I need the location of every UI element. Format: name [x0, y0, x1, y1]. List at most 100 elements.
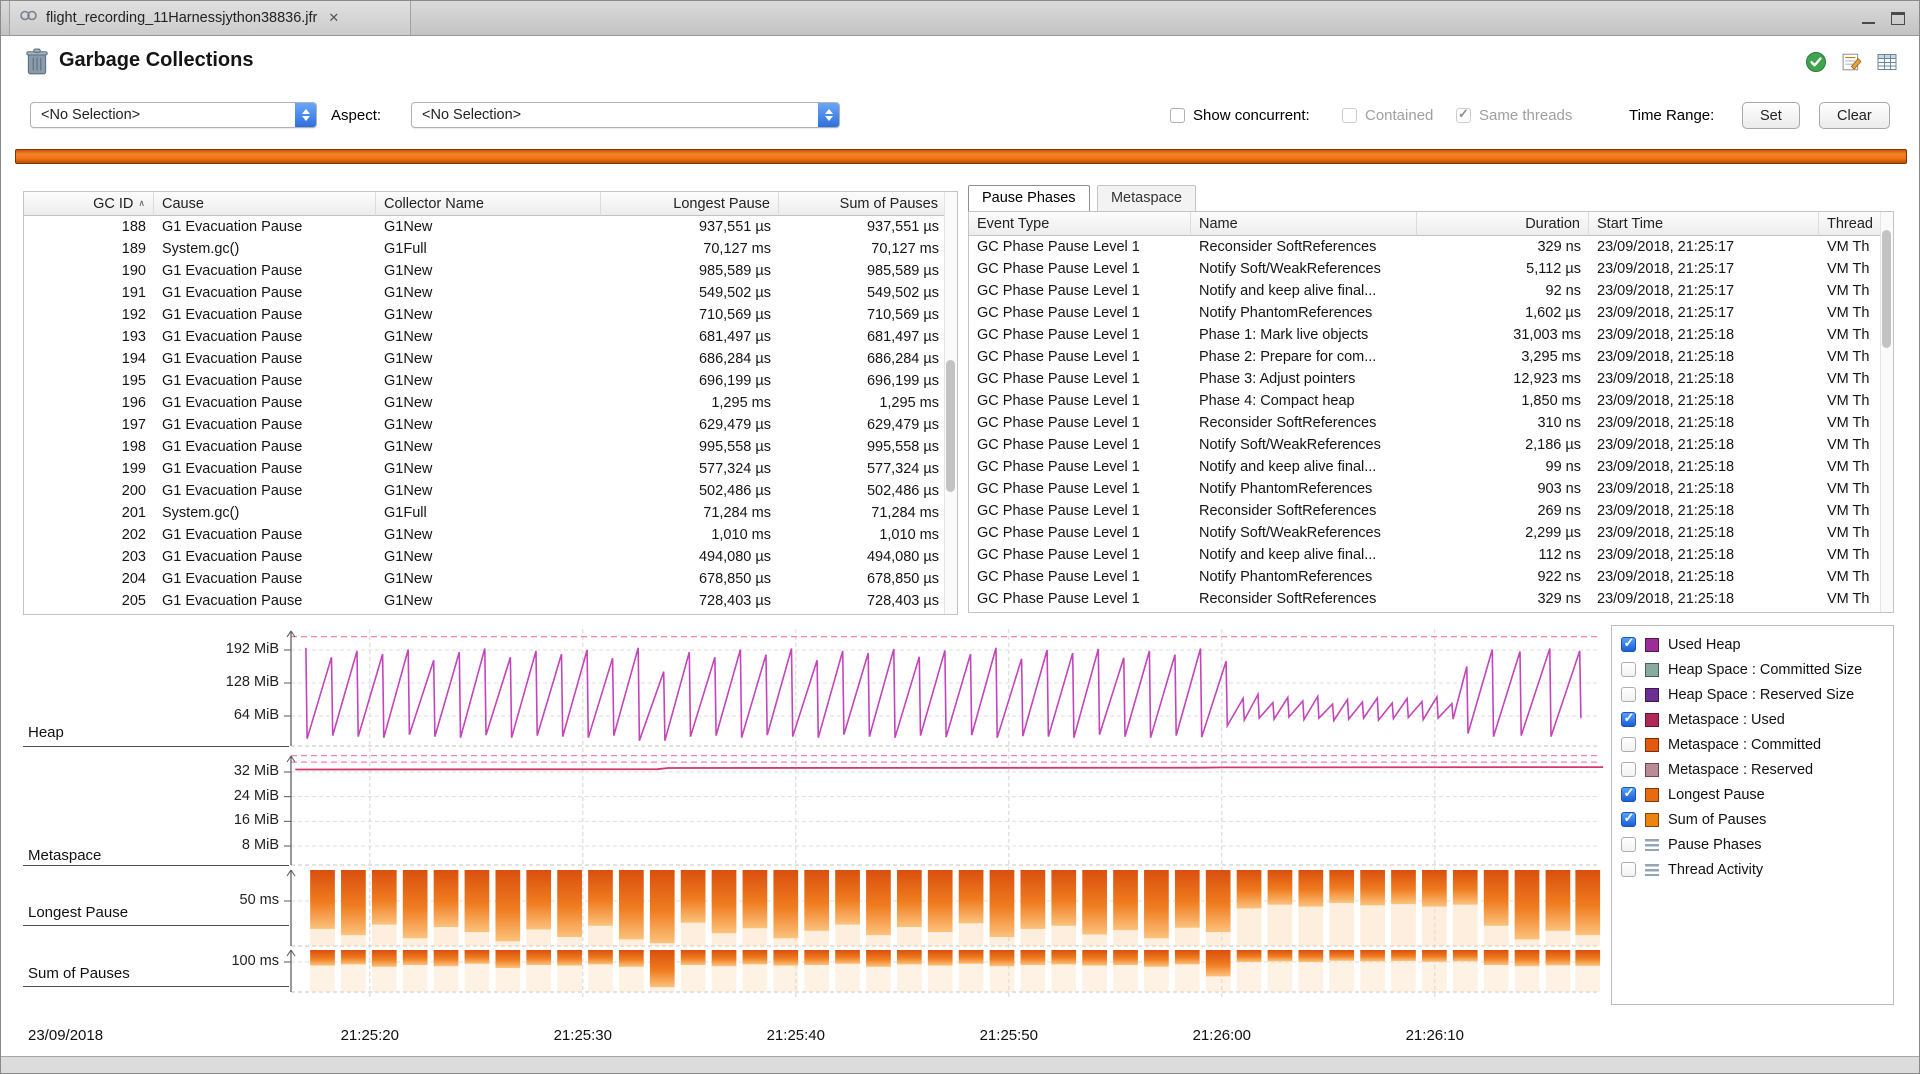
pause-phase-row[interactable]: GC Phase Pause Level 1Phase 2: Prepare f… [969, 346, 1883, 368]
gc-table-row[interactable]: 199G1 Evacuation PauseG1New577,324 µs577… [24, 458, 947, 480]
time-range-navigator[interactable] [15, 149, 1907, 164]
gc-table-row[interactable]: 198G1 Evacuation PauseG1New995,558 µs995… [24, 436, 947, 458]
gc-table-row[interactable]: 192G1 Evacuation PauseG1New710,569 µs710… [24, 304, 947, 326]
gc-table-scrollbar[interactable] [944, 192, 957, 614]
window-bottom-chrome [1, 1056, 1919, 1073]
phases-table-scrollbar[interactable] [1880, 212, 1893, 612]
edit-page-icon[interactable] [1842, 52, 1862, 77]
pause-phase-row[interactable]: GC Phase Pause Level 1Reconsider SoftRef… [969, 588, 1883, 610]
gc-table-row[interactable]: 202G1 Evacuation PauseG1New1,010 ms1,010… [24, 524, 947, 546]
pause-phase-row[interactable]: GC Phase Pause Level 1Notify PhantomRefe… [969, 566, 1883, 588]
pause-phase-row[interactable]: GC Phase Pause Level 1Notify Soft/WeakRe… [969, 522, 1883, 544]
pause-phase-row[interactable]: GC Phase Pause Level 1Notify and keep al… [969, 544, 1883, 566]
column-header-collector-name[interactable]: Collector Name [376, 192, 601, 216]
cell: 686,284 µs [601, 348, 779, 370]
legend-item-metaspace-reserved[interactable]: Metaspace : Reserved [1612, 757, 1893, 782]
legend-checkbox[interactable] [1621, 862, 1636, 877]
maximize-icon[interactable] [1891, 12, 1905, 25]
clear-button[interactable]: Clear [1819, 102, 1890, 129]
pause-phase-row[interactable]: GC Phase Pause Level 1Notify and keep al… [969, 280, 1883, 302]
pause-phase-row[interactable]: GC Phase Pause Level 1Notify Soft/WeakRe… [969, 258, 1883, 280]
gc-table-row[interactable]: 191G1 Evacuation PauseG1New549,502 µs549… [24, 282, 947, 304]
pause-phase-row[interactable]: GC Phase Pause Level 1Notify PhantomRefe… [969, 478, 1883, 500]
cell: 549,502 µs [601, 282, 779, 304]
cell: G1 Evacuation Pause [154, 436, 376, 458]
gc-table-row[interactable]: 200G1 Evacuation PauseG1New502,486 µs502… [24, 480, 947, 502]
longest-pause-bar [1144, 870, 1169, 938]
legend-checkbox[interactable] [1621, 712, 1636, 727]
legend-checkbox[interactable] [1621, 762, 1636, 777]
gc-table-row[interactable]: 201System.gc()G1Full71,284 ms71,284 ms [24, 502, 947, 524]
pause-phase-row[interactable]: GC Phase Pause Level 1Reconsider SoftRef… [969, 412, 1883, 434]
legend-checkbox[interactable] [1621, 662, 1636, 677]
column-header-name[interactable]: Name [1191, 212, 1417, 236]
legend-checkbox[interactable] [1621, 637, 1636, 652]
scrollbar-thumb[interactable] [946, 360, 955, 492]
cell: VM Th [1819, 302, 1883, 324]
gc-table-row[interactable]: 205G1 Evacuation PauseG1New728,403 µs728… [24, 590, 947, 612]
selection-dropdown[interactable]: <No Selection> [30, 102, 317, 128]
gc-table-row[interactable]: 195G1 Evacuation PauseG1New696,199 µs696… [24, 370, 947, 392]
column-header-duration[interactable]: Duration [1417, 212, 1589, 236]
column-header-cause[interactable]: Cause [154, 192, 376, 216]
gc-table-row[interactable]: 188G1 Evacuation PauseG1New937,551 µs937… [24, 216, 947, 238]
column-header-event-type[interactable]: Event Type [969, 212, 1191, 236]
legend-checkbox[interactable] [1621, 687, 1636, 702]
legend-checkbox[interactable] [1621, 737, 1636, 752]
legend-item-heap-space-committed-size[interactable]: Heap Space : Committed Size [1612, 657, 1893, 682]
gc-table-row[interactable]: 204G1 Evacuation PauseG1New678,850 µs678… [24, 568, 947, 590]
pause-phase-row[interactable]: GC Phase Pause Level 1Reconsider SoftRef… [969, 500, 1883, 522]
scrollbar-thumb[interactable] [1882, 230, 1891, 348]
dropdown-stepper-icon[interactable] [295, 103, 316, 127]
dropdown-stepper-icon[interactable] [818, 103, 839, 127]
pause-phase-row[interactable]: GC Phase Pause Level 1Phase 4: Compact h… [969, 390, 1883, 412]
legend-checkbox[interactable] [1621, 787, 1636, 802]
gc-table-row[interactable]: 203G1 Evacuation PauseG1New494,080 µs494… [24, 546, 947, 568]
gc-chart-plot[interactable] [289, 625, 1601, 1015]
set-button[interactable]: Set [1742, 102, 1800, 129]
legend-item-metaspace-used[interactable]: Metaspace : Used [1612, 707, 1893, 732]
column-header-start-time[interactable]: Start Time [1589, 212, 1819, 236]
tab-metaspace[interactable]: Metaspace [1097, 185, 1196, 211]
cell: GC Phase Pause Level 1 [969, 258, 1191, 280]
gc-table-row[interactable]: 190G1 Evacuation PauseG1New985,589 µs985… [24, 260, 947, 282]
column-header-sum-of-pauses[interactable]: Sum of Pauses [779, 192, 947, 216]
recording-tab[interactable]: flight_recording_11Harnessjython38836.jf… [9, 1, 411, 35]
legend-item-longest-pause[interactable]: Longest Pause [1612, 782, 1893, 807]
gc-table-row[interactable]: 197G1 Evacuation PauseG1New629,479 µs629… [24, 414, 947, 436]
pause-phase-row[interactable]: GC Phase Pause Level 1Notify PhantomRefe… [969, 302, 1883, 324]
gc-table-row[interactable]: 194G1 Evacuation PauseG1New686,284 µs686… [24, 348, 947, 370]
gc-table-row[interactable]: 196G1 Evacuation PauseG1New1,295 ms1,295… [24, 392, 947, 414]
header-toolbar [1805, 51, 1897, 78]
legend-item-sum-of-pauses[interactable]: Sum of Pauses [1612, 807, 1893, 832]
longest-pause-bar [588, 870, 613, 926]
cell: 197 [24, 414, 154, 436]
cell: GC Phase Pause Level 1 [969, 588, 1191, 610]
pause-phase-row[interactable]: GC Phase Pause Level 1Phase 3: Adjust po… [969, 368, 1883, 390]
legend-item-pause-phases[interactable]: Pause Phases [1612, 832, 1893, 857]
result-ok-icon[interactable] [1805, 51, 1827, 78]
column-header-thread[interactable]: Thread [1819, 212, 1883, 236]
pause-phase-row[interactable]: GC Phase Pause Level 1Reconsider SoftRef… [969, 236, 1883, 258]
legend-item-thread-activity[interactable]: Thread Activity [1612, 857, 1893, 882]
gc-table-row[interactable]: 189System.gc()G1Full70,127 ms70,127 ms [24, 238, 947, 260]
legend-item-used-heap[interactable]: Used Heap [1612, 632, 1893, 657]
legend-checkbox[interactable] [1621, 837, 1636, 852]
longest-pause-bar [403, 870, 428, 938]
column-header-gc-id[interactable]: GC ID∧ [24, 192, 154, 216]
column-header-longest-pause[interactable]: Longest Pause [601, 192, 779, 216]
pause-phase-row[interactable]: GC Phase Pause Level 1Notify and keep al… [969, 456, 1883, 478]
legend-checkbox[interactable] [1621, 812, 1636, 827]
tab-pause-phases[interactable]: Pause Phases [968, 185, 1090, 211]
axis-arrow [291, 870, 295, 876]
pause-phase-row[interactable]: GC Phase Pause Level 1Phase 1: Mark live… [969, 324, 1883, 346]
gc-table-row[interactable]: 193G1 Evacuation PauseG1New681,497 µs681… [24, 326, 947, 348]
minimize-icon[interactable] [1862, 22, 1875, 24]
legend-item-heap-space-reserved-size[interactable]: Heap Space : Reserved Size [1612, 682, 1893, 707]
legend-item-metaspace-committed[interactable]: Metaspace : Committed [1612, 732, 1893, 757]
table-view-icon[interactable] [1877, 53, 1897, 76]
show-concurrent-checkbox[interactable] [1170, 108, 1185, 123]
aspect-dropdown[interactable]: <No Selection> [411, 102, 840, 128]
tab-close-icon[interactable]: ✕ [328, 10, 339, 26]
pause-phase-row[interactable]: GC Phase Pause Level 1Notify Soft/WeakRe… [969, 434, 1883, 456]
